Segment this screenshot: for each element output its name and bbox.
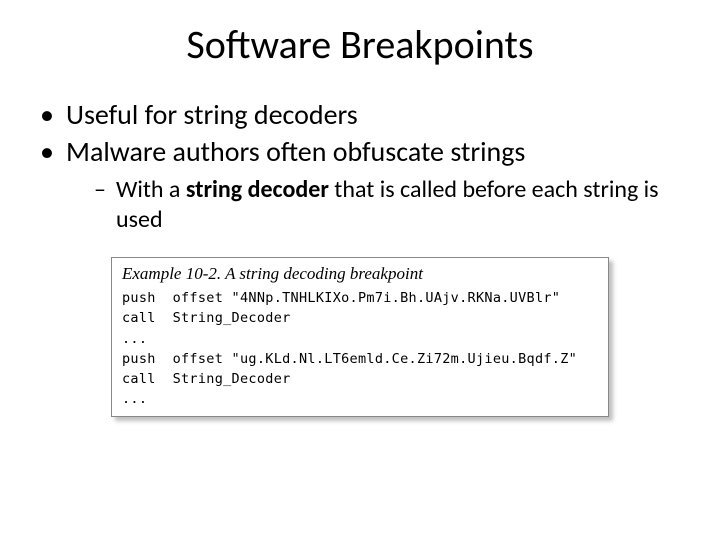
bullet-list: Useful for string decoders Malware autho… bbox=[30, 97, 690, 235]
sub-bullet-1: With a string decoder that is called bef… bbox=[94, 175, 690, 235]
code-line-6: ... bbox=[122, 391, 147, 407]
code-block: push offset "4NNp.TNHLKIXo.Pm7i.Bh.UAjv.… bbox=[122, 288, 598, 410]
code-line-3: ... bbox=[122, 331, 147, 347]
bullet-1: Useful for string decoders bbox=[40, 97, 690, 132]
code-line-5: call String_Decoder bbox=[122, 371, 291, 387]
code-line-4: push offset "ug.KLd.Nl.LT6emld.Ce.Zi72m.… bbox=[122, 351, 577, 367]
code-example-box: Example 10-2. A string decoding breakpoi… bbox=[111, 257, 609, 417]
bullet-2: Malware authors often obfuscate strings … bbox=[40, 134, 690, 235]
sub-bullet-list: With a string decoder that is called bef… bbox=[66, 175, 690, 235]
code-line-1: push offset "4NNp.TNHLKIXo.Pm7i.Bh.UAjv.… bbox=[122, 290, 560, 306]
bullet-2-text: Malware authors often obfuscate strings bbox=[66, 134, 525, 169]
page-title: Software Breakpoints bbox=[30, 20, 690, 69]
code-caption: Example 10-2. A string decoding breakpoi… bbox=[122, 264, 598, 284]
code-line-2: call String_Decoder bbox=[122, 310, 291, 326]
sub1-bold: string decoder bbox=[186, 175, 329, 204]
slide: Software Breakpoints Useful for string d… bbox=[0, 0, 720, 540]
sub1-pre: With a bbox=[116, 175, 186, 204]
